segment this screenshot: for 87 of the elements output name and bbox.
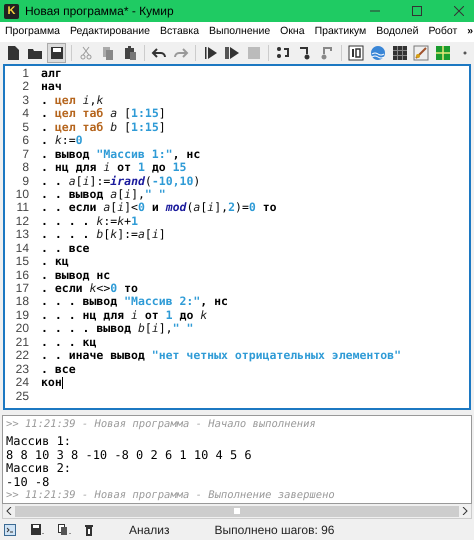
output-line: Массив 2: (6, 462, 72, 476)
code-line: нач (41, 80, 62, 94)
close-icon[interactable] (454, 6, 464, 16)
save-icon[interactable] (48, 45, 65, 61)
app-logo: K (4, 4, 19, 18)
code-line: . . если a[i]<0 и mod(a[i],2)=0 то (41, 201, 277, 215)
line-number: 2 (21, 80, 29, 94)
line-number: 25 (14, 390, 29, 403)
menu-item[interactable]: Водолей (376, 24, 418, 40)
log-line: >> 11:21:39 - Новая программа - Выполнение завершено (6, 489, 336, 502)
code-line: . вывод "Массив 1:", нс (41, 148, 200, 162)
line-number: 23 (14, 362, 29, 376)
menu-item[interactable]: Выполнение (209, 24, 270, 40)
menu-item[interactable]: Программа (5, 24, 60, 40)
line-number: 14 (14, 242, 29, 256)
line-number: 1 (21, 67, 29, 80)
menu-item[interactable]: Редактирование (70, 24, 150, 40)
scroll-right-icon[interactable] (462, 507, 468, 515)
line-number: 17 (14, 282, 29, 296)
line-number: 3 (21, 94, 29, 108)
code-line: . кц (41, 255, 69, 269)
output-line: Массив 1: (6, 435, 72, 448)
code-line: . цел таб b [1:15] (41, 120, 166, 134)
line-number: 24 (14, 376, 29, 390)
menu-item[interactable]: Вставка (160, 24, 200, 40)
menu-item[interactable]: Робот (428, 24, 458, 40)
terminal-icon[interactable] (4, 524, 16, 536)
code-line: . k:=0 (41, 134, 83, 148)
output-line: 8 8 10 3 8 -10 -8 0 2 6 1 10 4 5 6 (6, 448, 253, 462)
line-number: 16 (14, 268, 29, 282)
code-editor[interactable] (3, 64, 471, 410)
line-number: 5 (21, 120, 29, 134)
new-file-icon[interactable] (5, 45, 22, 61)
step-run-icon[interactable] (224, 45, 240, 61)
play-icon[interactable] (202, 45, 219, 61)
code-line: . вывод нс (41, 268, 110, 282)
line-number: 6 (21, 134, 29, 148)
code-line: . если k<>0 то (41, 282, 138, 296)
code-line: . все (41, 362, 76, 376)
code-line: . цел таб a [1:15] (41, 107, 166, 121)
step-over-icon[interactable] (275, 45, 292, 61)
code-line: . . . . вывод b[i]," " (41, 322, 194, 336)
status-steps: Выполнено шагов: 96 (214, 520, 334, 538)
code-line: . . . . k:=k+1 (41, 214, 138, 228)
line-number: 7 (21, 148, 29, 162)
code-line: кон (41, 376, 62, 390)
line-number: 20 (14, 322, 29, 336)
trash-icon[interactable] (85, 524, 93, 536)
step-out-icon[interactable] (318, 45, 335, 61)
status-mode: Анализ (129, 522, 170, 538)
line-number: 8 (21, 161, 29, 174)
line-number: 11 (16, 201, 29, 215)
code-line: . цел i,k (41, 94, 104, 108)
menu-item[interactable]: Практикум (314, 24, 366, 40)
code-line: . . a[i]:=irand(-10,10) (41, 174, 200, 188)
cross-grid-icon[interactable] (434, 45, 451, 61)
line-number: 18 (14, 295, 29, 309)
code-line: . . вывод a[i]," " (41, 188, 166, 202)
code-line: . . . нц для i от 1 до k (41, 308, 208, 322)
code-line: . . . кц (41, 336, 96, 350)
line-number: 15 (14, 255, 29, 269)
menu-item[interactable]: Окна (280, 24, 305, 40)
window-title: Новая программа* - Кумир (25, 3, 174, 20)
code-line: алг (41, 67, 62, 80)
save-icon[interactable] (31, 524, 44, 536)
maximize-icon[interactable] (412, 6, 422, 16)
output-line: -10 -8 (6, 476, 50, 489)
line-number: 10 (14, 188, 29, 202)
code-line: . . . вывод "Массив 2:", нс (41, 295, 228, 309)
grid-icon[interactable] (392, 45, 408, 61)
line-number: 22 (14, 349, 29, 363)
code-line: . . . . b[k]:=a[i] (41, 228, 166, 242)
menu-overflow[interactable]: » (467, 24, 474, 40)
counter-icon[interactable] (348, 45, 364, 61)
code-line: . . иначе вывод "нет четных отрицательных элементов" (41, 349, 402, 363)
paint-brush-icon[interactable] (413, 45, 430, 61)
line-number: 9 (21, 174, 29, 188)
code-line: . . все (41, 242, 90, 256)
log-line: >> 11:21:39 - Новая программа - Начало выполнения (6, 418, 317, 431)
globe-icon[interactable] (370, 45, 386, 61)
line-number: 13 (14, 228, 29, 242)
scroll-left-icon[interactable] (6, 507, 12, 515)
line-number: 12 (14, 214, 29, 228)
line-number: 21 (14, 336, 29, 350)
line-number: 19 (14, 308, 29, 322)
code-line: . нц для i от 1 до 15 (41, 161, 186, 174)
line-number: 4 (21, 107, 29, 121)
